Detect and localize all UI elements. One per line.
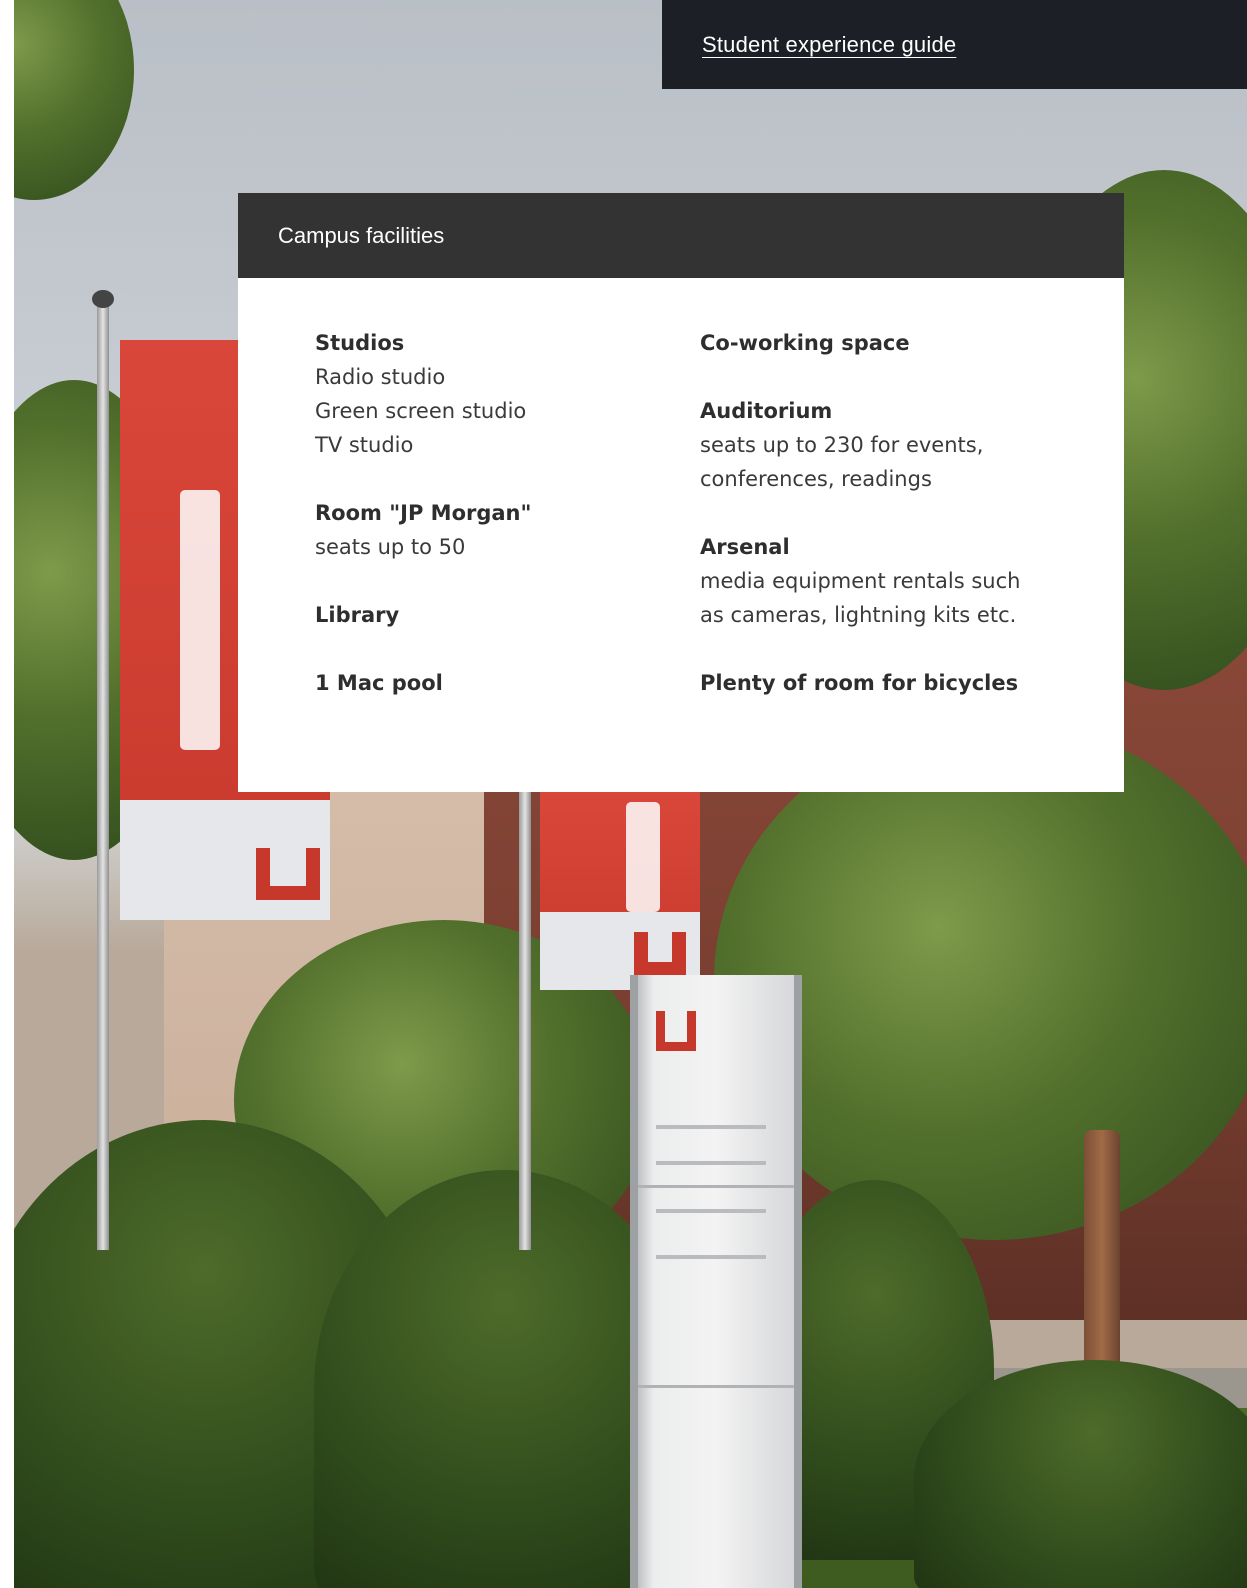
facility-item: Room "JP Morgan" seats up to 50 — [315, 496, 675, 564]
facility-name: Studios — [315, 331, 405, 355]
facility-name: Co-working space — [700, 331, 910, 355]
facility-item: Library — [315, 598, 675, 632]
facility-item: Arsenal media equipment rentals such as … — [700, 530, 1080, 632]
flag-pole — [97, 300, 109, 1250]
facility-name: Plenty of room for bicycles — [700, 671, 1019, 695]
facility-item: Studios Radio studio Green screen studio… — [315, 326, 675, 462]
flag-red — [540, 792, 700, 990]
top-banner: Student experience guide — [662, 0, 1247, 89]
facility-detail: seats up to 230 for events, — [700, 433, 984, 457]
facility-name: Library — [315, 603, 400, 627]
student-experience-guide-link[interactable]: Student experience guide — [702, 32, 956, 58]
facility-name: Arsenal — [700, 535, 790, 559]
facility-item: Co-working space — [700, 326, 1080, 360]
facility-detail: conferences, readings — [700, 467, 932, 491]
facility-item: Plenty of room for bicycles — [700, 666, 1080, 700]
facility-name: Room "JP Morgan" — [315, 501, 532, 525]
pole-cap — [92, 290, 114, 308]
facility-item: 1 Mac pool — [315, 666, 675, 700]
facility-item: Auditorium seats up to 230 for events, c… — [700, 394, 1080, 496]
campus-facilities-card: Campus facilities Studios Radio studio G… — [238, 193, 1124, 792]
university-logo-icon — [656, 1011, 696, 1051]
facilities-right-column: Co-working space Auditorium seats up to … — [700, 326, 1080, 734]
facility-name: 1 Mac pool — [315, 671, 443, 695]
facility-detail: TV studio — [315, 433, 414, 457]
card-header: Campus facilities — [238, 193, 1124, 278]
campus-signpost — [630, 975, 802, 1588]
facility-detail: Green screen studio — [315, 399, 527, 423]
tree — [14, 0, 134, 200]
facility-name: Auditorium — [700, 399, 833, 423]
facility-detail: seats up to 50 — [315, 535, 466, 559]
flag-pole — [519, 780, 531, 1250]
facility-detail: media equipment rentals such — [700, 569, 1021, 593]
facilities-left-column: Studios Radio studio Green screen studio… — [315, 326, 675, 734]
facility-detail: as cameras, lightning kits etc. — [700, 603, 1017, 627]
facility-detail: Radio studio — [315, 365, 446, 389]
card-title: Campus facilities — [278, 223, 445, 248]
